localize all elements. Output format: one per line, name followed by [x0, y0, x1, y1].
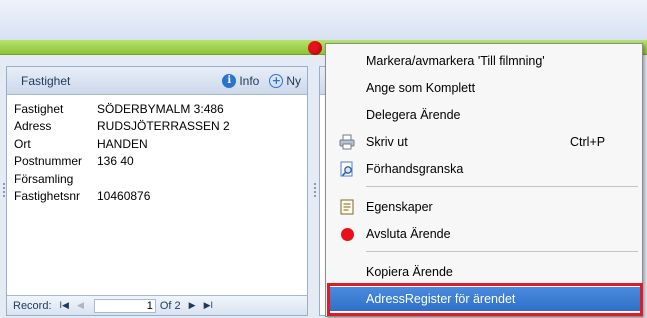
menu-separator [366, 186, 638, 187]
red-dot-shape [340, 227, 354, 241]
menu-item-print[interactable]: Skriv ut Ctrl+P [328, 130, 640, 154]
status-red-dot-icon [308, 41, 322, 55]
info-button[interactable]: i Info [222, 73, 260, 88]
first-record-button[interactable]: I◀ [60, 300, 69, 311]
field-value: RUDSJÖTERRASSEN 2 [97, 119, 230, 134]
field-value: 10460876 [97, 189, 151, 204]
menu-item-label: Avsluta Ärende [366, 227, 451, 241]
menu-item-label: Kopiera Ärende [366, 265, 453, 279]
new-button-label: Ny [286, 73, 301, 88]
record-number-input[interactable] [93, 298, 156, 313]
field-label: Adress [14, 119, 52, 134]
menu-item-label: Egenskaper [366, 200, 433, 214]
panel-title: Fastighet [21, 73, 71, 88]
preview-icon [328, 161, 366, 177]
menu-item-copy-case[interactable]: Kopiera Ärende [328, 260, 640, 284]
last-record-button[interactable]: ▶I [204, 300, 213, 311]
menu-separator [366, 251, 638, 252]
splitter-grip[interactable] [314, 183, 316, 197]
next-record-button[interactable]: ▶ [189, 300, 196, 311]
menu-item-properties[interactable]: Egenskaper [328, 195, 640, 219]
menu-item-shortcut: Ctrl+P [570, 135, 606, 149]
record-label: Record: [13, 299, 52, 312]
menu-item-address-register[interactable]: AdressRegister för ärendet [328, 287, 640, 311]
printer-icon [328, 134, 366, 150]
field-value: HANDEN [97, 136, 148, 151]
field-value: 136 40 [97, 154, 134, 169]
property-fields: Fastighet SÖDERBYMALM 3:486 Adress RUDSJ… [7, 95, 307, 205]
info-icon: i [222, 73, 237, 88]
menu-item-label: Delegera Ärende [366, 108, 461, 122]
new-button[interactable]: + Ny [269, 73, 301, 88]
menu-item-label: Ange som Komplett [366, 81, 476, 95]
panel-splitter[interactable] [311, 80, 317, 316]
menu-item-label: Förhandsgranska [366, 162, 464, 176]
field-row: Församling [14, 170, 307, 188]
previous-record-button[interactable]: ◀ [77, 300, 84, 311]
menu-item-toggle-filming[interactable]: Markera/avmarkera 'Till filmning' [328, 49, 640, 73]
record-count: Of 2 [159, 299, 181, 312]
properties-icon [328, 199, 366, 215]
field-label: Ort [14, 136, 31, 151]
info-button-label: Info [239, 73, 260, 88]
field-label: Postnummer [14, 154, 83, 169]
window-top-band [0, 0, 647, 40]
field-label: Församling [14, 171, 74, 186]
field-row: Fastighetsnr 10460876 [14, 188, 307, 206]
field-row: Fastighet SÖDERBYMALM 3:486 [14, 100, 307, 118]
field-row: Postnummer 136 40 [14, 153, 307, 171]
record-navigator: Record: I◀ ◀ Of 2 ▶ ▶I [7, 295, 307, 315]
menu-item-close-case[interactable]: Avsluta Ärende [328, 222, 640, 246]
menu-item-label: Skriv ut [366, 135, 408, 149]
menu-item-delegate[interactable]: Delegera Ärende [328, 103, 640, 127]
left-splitter-grip[interactable] [3, 183, 5, 197]
menu-item-label: Markera/avmarkera 'Till filmning' [366, 54, 545, 68]
red-circle-icon [328, 227, 366, 241]
property-panel: Fastighet i Info + Ny Fastighet SÖDERBYM… [6, 66, 308, 316]
field-label: Fastighetsnr [14, 189, 81, 204]
field-row: Ort HANDEN [14, 135, 307, 153]
field-value: SÖDERBYMALM 3:486 [97, 101, 224, 116]
context-menu: Markera/avmarkera 'Till filmning' Ange s… [325, 43, 643, 317]
field-label: Fastighet [14, 101, 64, 116]
menu-item-label: AdressRegister för ärendet [366, 292, 516, 306]
menu-item-preview[interactable]: Förhandsgranska [328, 157, 640, 181]
menu-item-mark-complete[interactable]: Ange som Komplett [328, 76, 640, 100]
property-panel-header: Fastighet i Info + Ny [7, 67, 307, 95]
field-row: Adress RUDSJÖTERRASSEN 2 [14, 118, 307, 136]
add-icon: + [269, 73, 284, 88]
